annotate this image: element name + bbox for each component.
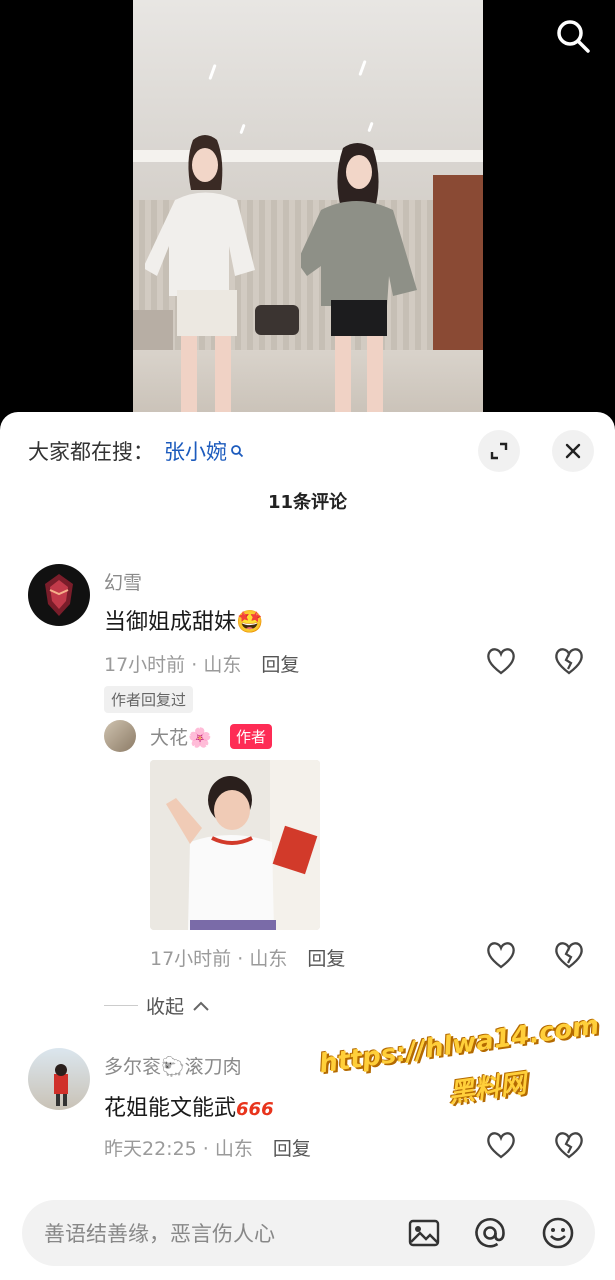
comment-meta: 昨天22:25 · 山东 回复 <box>104 1134 311 1161</box>
reply-meta: 17小时前 · 山东 回复 <box>150 944 345 971</box>
chevron-up-icon <box>193 1001 209 1011</box>
comment-input-bar <box>22 1200 595 1268</box>
reply-avatar[interactable] <box>104 720 136 752</box>
comment-time: 昨天22:25 <box>104 1138 197 1160</box>
search-icon <box>557 20 590 53</box>
hot-search-term-link[interactable]: 张小婉 <box>164 436 244 466</box>
video-frame <box>133 0 483 420</box>
comment-location: 山东 <box>203 654 242 676</box>
broken-heart-icon <box>555 1132 583 1159</box>
watermark-url: https://hlwa14.com <box>317 1010 601 1080</box>
emoji-icon <box>542 1217 574 1249</box>
emoji-button[interactable] <box>540 1215 576 1251</box>
at-icon <box>475 1217 505 1248</box>
ceiling-light <box>208 63 217 81</box>
avatar[interactable] <box>28 564 90 626</box>
reply-image[interactable] <box>150 760 320 930</box>
broken-heart-icon <box>555 648 583 675</box>
comment-time: 17小时前 <box>104 654 186 676</box>
hot-search-term: 张小婉 <box>164 440 227 464</box>
heart-icon <box>487 648 515 675</box>
search-button[interactable] <box>553 16 593 56</box>
reply-location: 山东 <box>249 948 288 970</box>
broken-heart-icon <box>555 942 583 969</box>
reply-to-reply-button[interactable]: 回复 <box>307 944 345 971</box>
comment-meta: 17小时前 · 山东 回复 <box>104 650 299 677</box>
avatar-emblem-icon <box>45 574 73 616</box>
reply-button[interactable]: 回复 <box>273 1134 311 1161</box>
comment-username[interactable]: 幻雪 <box>104 568 142 595</box>
collapse-replies-button[interactable]: 收起 <box>104 992 210 1019</box>
reply-button[interactable]: 回复 <box>261 650 299 677</box>
comment-username[interactable]: 多尔衮🐑滚刀肉 <box>104 1052 242 1079</box>
reply-username[interactable]: 大花🌸 <box>150 723 212 750</box>
author-badge: 作者 <box>230 724 273 749</box>
video-player[interactable] <box>0 0 615 420</box>
ceiling-light <box>358 59 367 77</box>
reply-time-location: 17小时前 · 山东 <box>150 948 288 970</box>
comment-time-location: 17小时前 · 山东 <box>104 654 242 676</box>
close-button[interactable] <box>552 430 594 472</box>
ceiling-light <box>367 121 374 133</box>
comment-sheet: 大家都在搜： 张小婉 11条评论 幻雪 当御姐成甜妹🤩 17小时前 · 山东 回… <box>0 412 615 1280</box>
comment-input[interactable] <box>42 1200 386 1268</box>
reply-dislike-button[interactable] <box>552 938 586 972</box>
avatar-photo <box>54 1064 68 1106</box>
like-button[interactable] <box>484 644 518 678</box>
dislike-button[interactable] <box>552 1128 586 1162</box>
emoji-666: 666 <box>236 1099 274 1120</box>
dancer-left <box>145 135 255 420</box>
hot-search-bar: 大家都在搜： 张小婉 <box>28 436 244 466</box>
mention-button[interactable] <box>472 1215 508 1251</box>
heart-icon <box>487 942 515 969</box>
like-button[interactable] <box>484 1128 518 1162</box>
dancer-right <box>301 143 417 420</box>
heart-icon <box>487 1132 515 1159</box>
avatar[interactable] <box>28 1048 90 1110</box>
small-search-icon <box>231 445 244 458</box>
comments-count: 11条评论 <box>267 492 348 513</box>
comment-text-body: 花姐能文能武 <box>104 1096 237 1121</box>
expand-button[interactable] <box>478 430 520 472</box>
author-replied-tag: 作者回复过 <box>104 686 194 713</box>
image-button[interactable] <box>406 1215 442 1251</box>
comment-time-location: 昨天22:25 · 山东 <box>104 1138 253 1160</box>
comment-text: 花姐能文能武666 <box>104 1090 274 1122</box>
collapse-label: 收起 <box>146 996 185 1018</box>
reply-like-button[interactable] <box>484 938 518 972</box>
door <box>433 175 483 365</box>
comment-location: 山东 <box>214 1138 253 1160</box>
watermark-site: 黑料网 <box>446 1068 529 1110</box>
collapse-divider <box>104 1005 138 1006</box>
close-icon <box>565 443 581 459</box>
hot-search-prefix: 大家都在搜： <box>28 440 154 464</box>
reply-photo <box>150 760 320 930</box>
comment-text: 当御姐成甜妹🤩 <box>104 610 264 635</box>
image-icon <box>408 1219 440 1247</box>
expand-icon <box>490 442 508 460</box>
reply-time: 17小时前 <box>150 948 232 970</box>
dislike-button[interactable] <box>552 644 586 678</box>
